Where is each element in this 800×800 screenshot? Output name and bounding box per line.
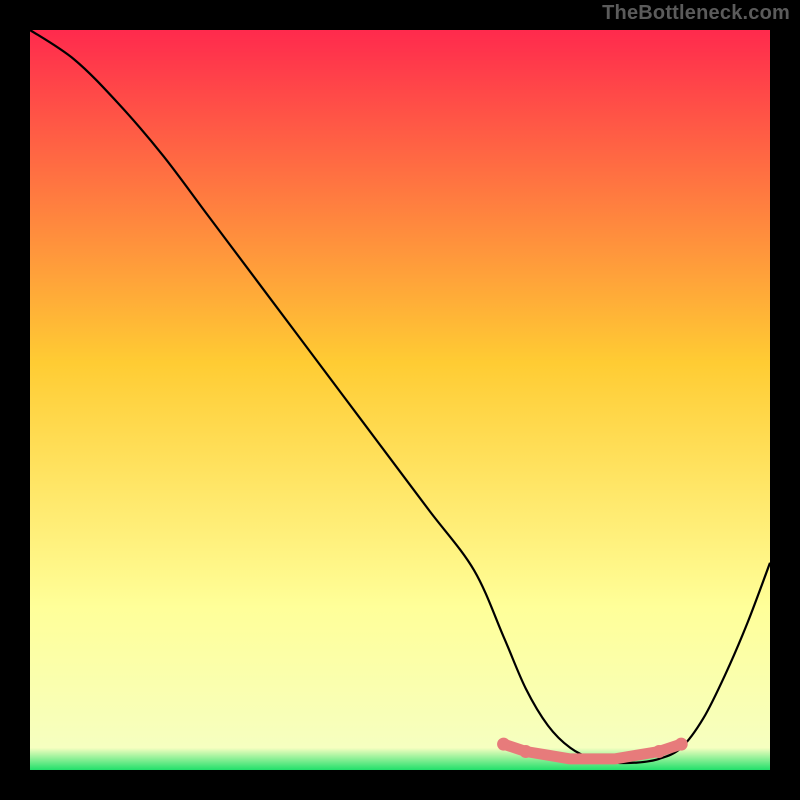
plot-area bbox=[30, 30, 770, 770]
marker-dot bbox=[653, 745, 666, 758]
watermark-text: TheBottleneck.com bbox=[602, 2, 790, 25]
marker-dot bbox=[675, 738, 688, 751]
chart-frame: TheBottleneck.com bbox=[0, 0, 800, 800]
gradient-background bbox=[30, 30, 770, 770]
marker-dot bbox=[497, 738, 510, 751]
plot-svg bbox=[30, 30, 770, 770]
marker-dot bbox=[519, 745, 532, 758]
